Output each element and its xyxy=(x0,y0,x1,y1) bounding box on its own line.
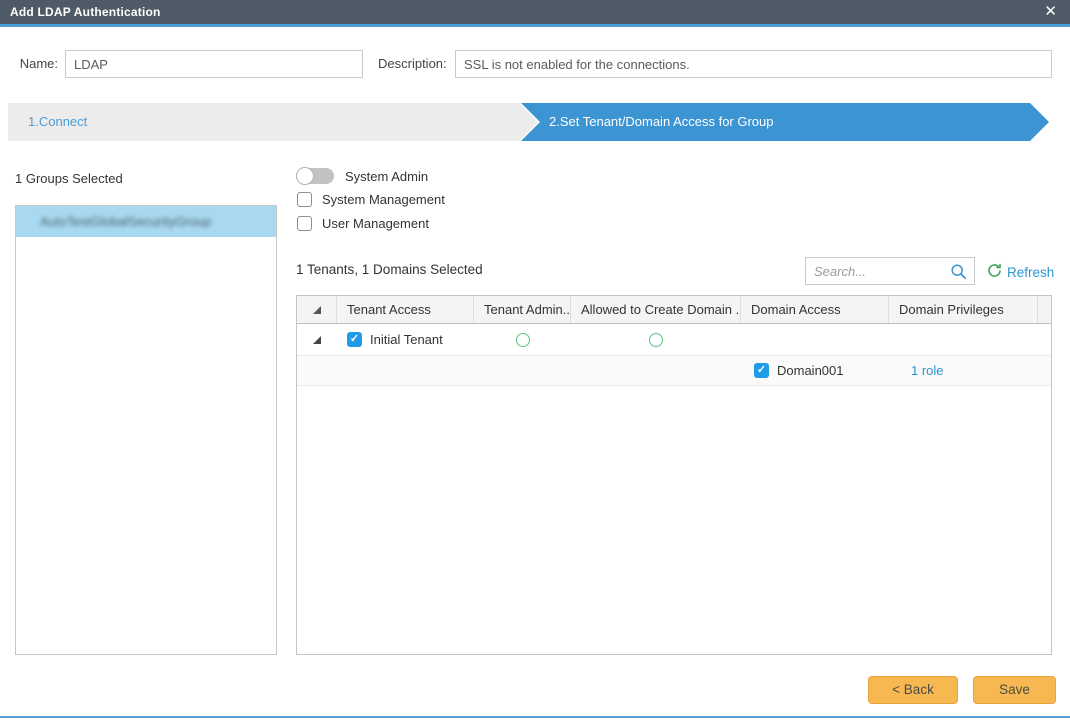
back-button[interactable]: < Back xyxy=(868,676,958,704)
wizard-step-tenant-domain-access[interactable]: 2.Set Tenant/Domain Access for Group xyxy=(521,103,1049,141)
tenants-domains-summary: 1 Tenants, 1 Domains Selected xyxy=(296,262,483,277)
column-header-domain-privileges[interactable]: Domain Privileges xyxy=(889,296,1038,323)
description-field[interactable] xyxy=(455,50,1052,78)
groups-selected-header: 1 Groups Selected xyxy=(15,171,123,186)
system-admin-toggle-row: System Admin xyxy=(296,168,428,184)
toggle-knob xyxy=(296,167,314,185)
refresh-button[interactable]: Refresh xyxy=(987,263,1054,281)
column-header-allowed-create-domain[interactable]: Allowed to Create Domain ... xyxy=(571,296,741,323)
tenant-name: Initial Tenant xyxy=(370,332,443,347)
search-input[interactable] xyxy=(806,258,948,284)
system-management-checkbox[interactable] xyxy=(297,192,312,207)
name-label: Name: xyxy=(14,50,58,78)
domain-name: Domain001 xyxy=(777,363,844,378)
search-icon[interactable] xyxy=(950,263,968,284)
column-header-spacer xyxy=(1038,296,1051,323)
dialog-titlebar: Add LDAP Authentication ✕ xyxy=(0,0,1070,24)
allowed-create-domain-cell xyxy=(571,324,741,355)
refresh-label: Refresh xyxy=(1007,265,1054,280)
column-header-tenant-access[interactable]: Tenant Access xyxy=(337,296,474,323)
close-icon[interactable]: ✕ xyxy=(1031,0,1070,24)
dialog-bottom-border xyxy=(0,716,1070,718)
system-management-label: System Management xyxy=(322,192,445,207)
collapse-all-cell xyxy=(297,296,337,323)
search-box xyxy=(805,257,975,285)
column-header-tenant-admin[interactable]: Tenant Admin... xyxy=(474,296,571,323)
system-management-row: System Management xyxy=(297,192,445,207)
wizard-step-connect[interactable]: 1.Connect xyxy=(8,103,538,141)
save-button[interactable]: Save xyxy=(973,676,1056,704)
allowed-create-domain-radio[interactable] xyxy=(649,333,663,347)
table-row-initial-tenant: ✓ Initial Tenant xyxy=(297,324,1051,356)
grid-header-row: Tenant Access Tenant Admin... Allowed to… xyxy=(297,296,1051,324)
domain001-checkbox[interactable]: ✓ xyxy=(754,363,769,378)
tenant-access-cell: ✓ Initial Tenant xyxy=(337,324,474,355)
collapse-all-icon[interactable] xyxy=(313,306,321,314)
role-count-link[interactable]: 1 role xyxy=(889,363,944,378)
group-name: AutoTestGlobalSecurityGroup xyxy=(40,214,211,229)
groups-list: AutoTestGlobalSecurityGroup xyxy=(15,205,277,655)
name-field[interactable] xyxy=(65,50,363,78)
system-admin-label: System Admin xyxy=(345,169,428,184)
initial-tenant-checkbox[interactable]: ✓ xyxy=(347,332,362,347)
column-header-domain-access[interactable]: Domain Access xyxy=(741,296,889,323)
add-ldap-authentication-dialog: Add LDAP Authentication ✕ Name: Descript… xyxy=(0,0,1070,722)
refresh-icon xyxy=(987,263,1002,281)
dialog-title: Add LDAP Authentication xyxy=(0,5,161,19)
grid-empty-area xyxy=(297,386,1051,654)
tenant-domain-grid: Tenant Access Tenant Admin... Allowed to… xyxy=(296,295,1052,655)
table-row-domain001: ✓ Domain001 1 role xyxy=(297,356,1051,386)
list-item-group[interactable]: AutoTestGlobalSecurityGroup xyxy=(16,206,276,237)
domain-privileges-cell-empty xyxy=(889,324,1038,355)
description-label: Description: xyxy=(378,50,447,78)
user-management-label: User Management xyxy=(322,216,429,231)
user-management-row: User Management xyxy=(297,216,429,231)
domain-access-cell-empty xyxy=(741,324,889,355)
domain-privileges-cell: 1 role xyxy=(889,356,1038,385)
tenant-admin-radio[interactable] xyxy=(516,333,530,347)
domain-access-cell: ✓ Domain001 xyxy=(741,356,889,385)
user-management-checkbox[interactable] xyxy=(297,216,312,231)
tenant-admin-cell xyxy=(474,324,571,355)
system-admin-toggle[interactable] xyxy=(296,168,334,184)
row-expand-icon[interactable] xyxy=(313,336,321,344)
titlebar-accent-line xyxy=(0,24,1070,27)
row-expand-cell xyxy=(297,324,337,355)
